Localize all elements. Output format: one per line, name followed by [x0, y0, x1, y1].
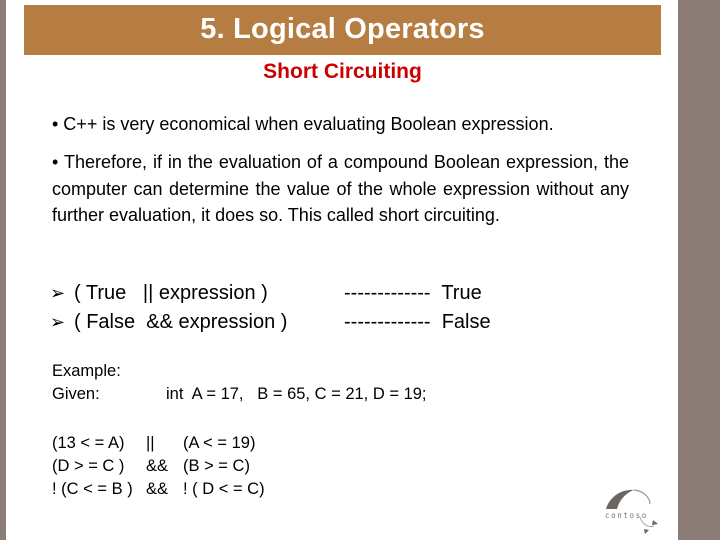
left-border-strip: [0, 0, 6, 540]
arrow-bullet-icon: ➢: [50, 283, 66, 303]
rule-expression: ( False && expression ): [74, 311, 288, 333]
given-label: Given:: [52, 385, 100, 403]
expression-right: (A < = 19): [183, 434, 256, 452]
arrow-bullet-icon: ➢: [50, 312, 66, 332]
rule-or-true: ➢ ( True || expression ) ------------- Tr…: [50, 280, 482, 306]
expression-operator: ||: [146, 434, 155, 452]
expression-operator: &&: [146, 480, 169, 498]
rule-and-false: ➢ ( False && expression ) ------------- F…: [50, 309, 491, 335]
right-border-strip: [678, 0, 720, 540]
expression-left: (13 < = A): [52, 434, 125, 452]
title-bar: 5. Logical Operators: [24, 5, 661, 55]
contoso-swoosh-icon: [606, 489, 658, 534]
example-label: Example:: [52, 362, 121, 380]
slide-subtitle: Short Circuiting: [263, 60, 422, 83]
given-code: int A = 17, B = 65, C = 21, D = 19;: [166, 385, 427, 403]
rule-expression: ( True || expression ): [74, 282, 268, 304]
expression-operator: &&: [146, 457, 169, 475]
expression-right: ! ( D < = C): [183, 480, 265, 498]
contoso-logo: contoso: [600, 484, 662, 536]
bullet-therefore: • Therefore, if in the evaluation of a c…: [52, 152, 629, 225]
expression-right: (B > = C): [183, 457, 250, 475]
rule-result: ------------- True: [344, 282, 482, 304]
bullet-economical: • C++ is very economical when evaluating…: [52, 114, 554, 134]
slide-title: 5. Logical Operators: [200, 12, 485, 45]
logo-text: contoso: [605, 511, 648, 520]
expression-left: ! (C < = B ): [52, 480, 133, 498]
expression-left: (D > = C ): [52, 457, 125, 475]
rule-result: ------------- False: [344, 311, 491, 333]
